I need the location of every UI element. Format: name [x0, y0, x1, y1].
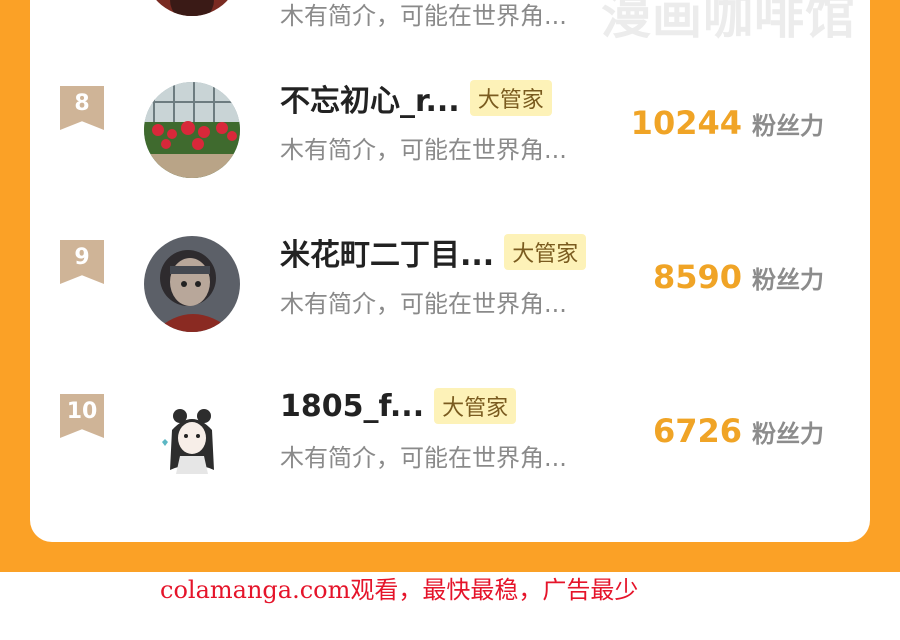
garden-photo-avatar[interactable] [144, 82, 240, 178]
watermark: 漫画咖啡馆 [601, 0, 856, 45]
list-item[interactable]: 9 米花町二丁目... 大管家 木有简介，可能在世界角... 8590 粉丝力 [30, 232, 870, 342]
user-name-line: 米花町二丁目... 大管家 [280, 230, 587, 274]
list-item[interactable]: 8 不忘初心_r... 大管家 木有简介，可能在世界角... 10244 粉丝力 [30, 78, 870, 188]
user-name[interactable]: 不忘初心_r... [280, 76, 460, 120]
cartoon-girl-avatar[interactable] [144, 390, 240, 486]
rank-badge: 9 [60, 240, 104, 284]
rank-badge: 10 [60, 394, 104, 438]
rank-badge: 8 [60, 86, 104, 130]
partial-avatar[interactable] [144, 0, 240, 16]
role-badge: 大管家 [504, 234, 587, 270]
user-intro: 木有简介，可能在世界角... [280, 444, 567, 472]
fans-unit: 粉丝力 [752, 420, 824, 448]
role-badge: 大管家 [434, 388, 517, 424]
user-name[interactable]: 1805_f... [280, 389, 424, 424]
user-intro: 木有简介，可能在世界角... [280, 290, 567, 318]
list-item[interactable]: 10 1805_f... 大管家 木有简介，可能在世界角... 6726 粉丝力 [30, 386, 870, 496]
fans-number: 6726 [652, 412, 742, 450]
fans-score: 10244 粉丝力 [631, 104, 824, 142]
user-name[interactable]: 米花町二丁目... [280, 230, 494, 274]
user-intro: 木有简介，可能在世界角... [280, 136, 567, 164]
user-name-line: 不忘初心_r... 大管家 [280, 76, 552, 120]
site-ad-text[interactable]: colamanga.com观看，最快最稳，广告最少 [160, 570, 638, 605]
fans-score: 8590 粉丝力 [653, 258, 824, 296]
fans-number: 10244 [630, 104, 742, 142]
ranking-card: 漫画咖啡馆 木有简介，可能在世界角... 8 不忘初心_r... 大管家 木有简… [30, 0, 870, 542]
partial-intro: 木有简介，可能在世界角... [280, 2, 567, 30]
fans-unit: 粉丝力 [752, 112, 824, 140]
fans-number: 8590 [652, 258, 742, 296]
role-badge: 大管家 [469, 80, 552, 116]
fans-score: 6726 粉丝力 [653, 412, 824, 450]
masked-character-avatar[interactable] [144, 236, 240, 332]
user-name-line: 1805_f... 大管家 [280, 386, 517, 426]
fans-unit: 粉丝力 [752, 266, 824, 294]
